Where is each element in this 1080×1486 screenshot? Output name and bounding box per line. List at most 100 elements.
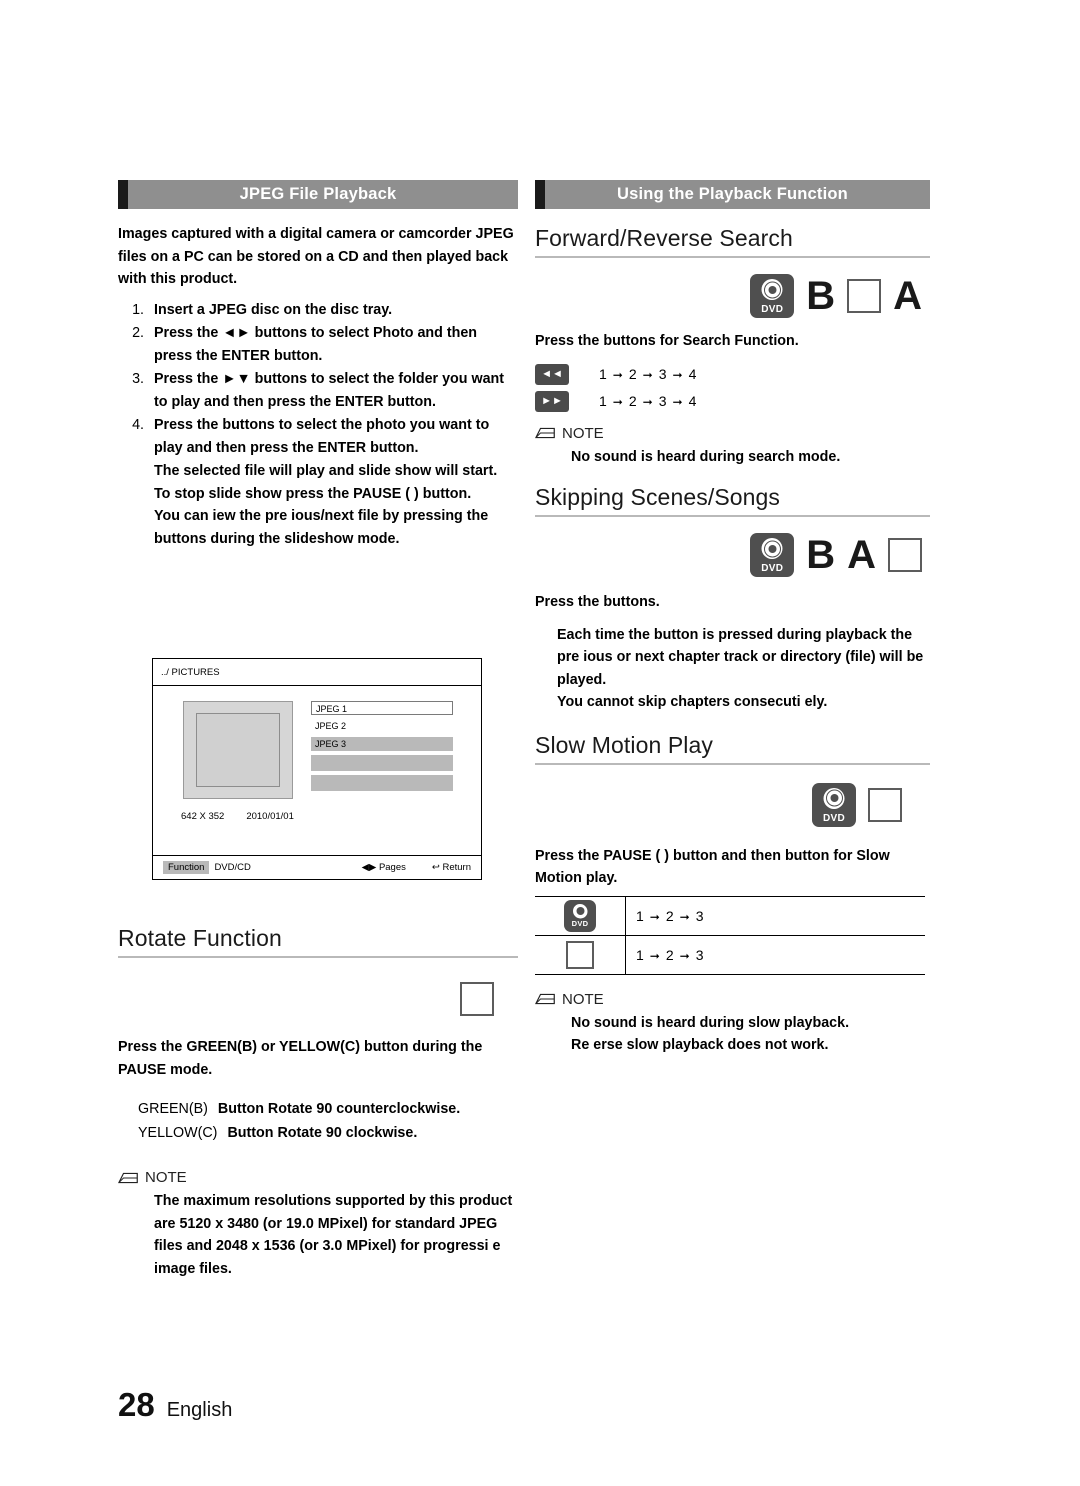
speed-step: 4: [688, 366, 698, 382]
dvd-disc-icon: DVD: [812, 782, 856, 827]
search-note: NOTE No sound is heard during search mod…: [534, 425, 930, 469]
arrow-icon: ➞: [672, 368, 684, 382]
step-number: 2.: [132, 325, 144, 341]
speed-step: 2: [665, 946, 675, 963]
speed-step: 1: [599, 393, 608, 409]
list-item: JPEG 1: [311, 701, 453, 715]
forward-reverse-heading: Forward/Reverse Search: [535, 225, 930, 258]
table-row: YELLOW(C) Button Rotate 90 clockwise.: [138, 1121, 518, 1145]
osd-function-chip: Function: [163, 861, 210, 874]
table-row: ►► 1 ➞ 2 ➞ 3 ➞ 4: [535, 388, 930, 415]
slow-motion-dvd-cell: DVD: [535, 895, 626, 936]
osd-resolution: 642 X 352: [181, 811, 225, 822]
pages-icon: ◀▶: [361, 862, 377, 873]
disc-label: DVD: [761, 563, 784, 574]
note-text: The maximum resolutions supported by thi…: [154, 1193, 513, 1277]
disc-ring: [761, 279, 783, 300]
box-icon: [566, 940, 594, 969]
osd-metadata: 642 X 352 2010/01/01: [181, 811, 294, 822]
slow-motion-heading: Slow Motion Play: [535, 732, 930, 765]
osd-bottom-bar: Function DVD/CD ◀▶ Pages ↩ Return: [153, 855, 481, 879]
section-header-label: JPEG File Playback: [239, 185, 397, 203]
rotate-desc-green: Button Rotate 90 counterclockwise.: [217, 1101, 461, 1117]
list-item: 2. Press the ◄► buttons to select Photo …: [118, 322, 518, 367]
skipping-line-1: Each time the button is pressed during p…: [557, 626, 924, 688]
dvd-disc-icon: DVD: [750, 274, 795, 318]
skipping-badges: DVD B A: [535, 533, 930, 577]
disc-ring: [823, 787, 845, 809]
osd-return: ↩ Return: [432, 862, 471, 873]
pencil-note-icon: [534, 426, 557, 440]
skipping-scenes-section: Skipping Scenes/Songs DVD B A Press the …: [535, 484, 930, 714]
step-text: Insert a JPEG disc on the disc tray.: [154, 301, 393, 318]
osd-function-value: DVD/CD: [214, 862, 251, 873]
page-footer: 28 English: [118, 1386, 232, 1424]
forward-reverse-instruction: Press the buttons for Search Function.: [535, 333, 799, 349]
disc-label: DVD: [822, 812, 845, 824]
jpeg-intro-text: Images captured with a digital camera or…: [118, 226, 514, 287]
table-row: 1 ➞ 2 ➞ 3: [535, 934, 925, 975]
step-number: 4.: [132, 417, 144, 433]
letter-b-icon: B: [806, 533, 836, 577]
speed-step: 2: [665, 907, 675, 924]
pencil-note-icon: [117, 1171, 140, 1185]
page-number: 28: [118, 1386, 155, 1423]
letter-a-icon: A: [893, 274, 922, 318]
arrow-icon: ➞: [612, 368, 624, 382]
step-text: Press the ◄► buttons to select Photo and…: [154, 325, 478, 364]
dvd-disc-icon: DVD: [750, 533, 795, 577]
pencil-note-icon: [534, 992, 557, 1006]
fast-forward-icon: ►►: [535, 390, 569, 412]
slow-motion-instruction: Press the PAUSE ( ) button and then butt…: [535, 847, 890, 887]
section-tab-marker: [535, 180, 545, 209]
note-text-2: Re erse slow playback does not work.: [571, 1037, 829, 1053]
jpeg-note-line-2: To stop slide show press the PAUSE ( ) b…: [154, 485, 472, 502]
note-label: NOTE: [145, 1169, 187, 1186]
rotate-desc-yellow: Button Rotate 90 clockwise.: [227, 1125, 418, 1141]
arrow-icon: ➞: [679, 948, 691, 963]
step-number: 1.: [132, 301, 144, 318]
arrow-icon: ➞: [649, 909, 661, 924]
speed-step: 3: [695, 907, 705, 924]
letter-b-icon: B: [806, 274, 836, 318]
skipping-heading: Skipping Scenes/Songs: [535, 484, 930, 517]
rotate-key-green: GREEN(B): [138, 1101, 208, 1117]
disc-ring: [761, 538, 783, 559]
step-text: Press the ►▼ buttons to select the folde…: [154, 371, 505, 410]
rotate-badges: [118, 982, 494, 1016]
forward-reverse-badges: DVD B A: [535, 274, 930, 318]
speed-step: 4: [688, 393, 698, 409]
left-column: JPEG File Playback Images captured with …: [118, 180, 518, 550]
box-icon: [847, 279, 882, 313]
section-header-using-playback-function: Using the Playback Function: [535, 180, 930, 209]
page-language: English: [166, 1399, 233, 1421]
list-item-empty: [311, 775, 453, 791]
slow-motion-speed-sequence-box: 1 ➞ 2 ➞ 3: [625, 934, 925, 975]
rotate-instruction: Press the GREEN(B) or YELLOW(C) button d…: [118, 1039, 483, 1078]
arrow-icon: ➞: [672, 395, 684, 409]
fastforward-speed-sequence: 1 ➞ 2 ➞ 3 ➞ 4: [599, 388, 930, 415]
return-icon: ↩: [431, 862, 440, 873]
arrow-icon: ➞: [642, 395, 654, 409]
jpeg-note-line-1: The selected file will play and slide sh…: [154, 463, 498, 479]
osd-bottom-right: ◀▶ Pages ↩ Return: [362, 862, 471, 873]
jpeg-steps-list: 1. Insert a JPEG disc on the disc tray. …: [118, 299, 518, 460]
arrow-icon: ➞: [679, 909, 691, 924]
disc-ring: [572, 903, 588, 919]
letter-a-icon: A: [847, 533, 876, 577]
section-header-jpeg-file-playback: JPEG File Playback: [118, 180, 518, 209]
speed-step: 1: [636, 946, 645, 963]
skipping-instruction: Press the buttons.: [535, 594, 660, 610]
step-text: Press the buttons to select the photo yo…: [154, 417, 490, 456]
step-number: 3.: [132, 371, 144, 387]
manual-page: JPEG File Playback Images captured with …: [0, 0, 1080, 1486]
jpeg-note-line-3: You can iew the pre ious/next file by pr…: [154, 508, 489, 547]
list-item: 4. Press the buttons to select the photo…: [118, 414, 518, 459]
forward-reverse-search-section: Forward/Reverse Search DVD B A Press the…: [534, 225, 930, 469]
slow-motion-section: Slow Motion Play DVD Press the PAUSE ( )…: [534, 732, 930, 1057]
note-label: NOTE: [562, 990, 604, 1008]
speed-step: 3: [695, 946, 705, 963]
osd-thumbnail: [183, 701, 293, 799]
list-item: 1. Insert a JPEG disc on the disc tray.: [118, 299, 518, 322]
box-icon: [888, 538, 922, 572]
